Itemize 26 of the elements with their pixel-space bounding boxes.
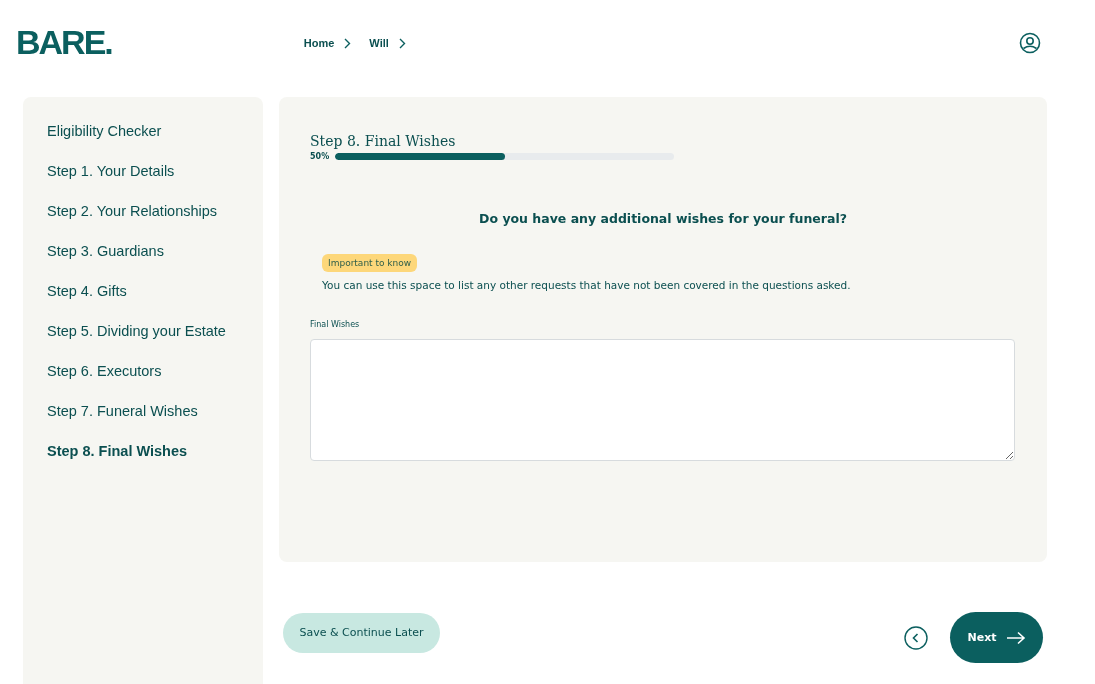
- sidebar-item[interactable]: Eligibility Checker: [47, 123, 263, 163]
- sidebar-item[interactable]: Step 3. Guardians: [47, 243, 263, 283]
- field-label: Final Wishes: [310, 320, 361, 329]
- sidebar-item[interactable]: Step 5. Dividing your Estate: [47, 323, 263, 363]
- sidebar-item[interactable]: Step 6. Executors: [47, 363, 263, 403]
- back-button[interactable]: [904, 625, 928, 650]
- sidebar-item[interactable]: Step 8. Final Wishes: [47, 443, 263, 483]
- next-button[interactable]: Next: [950, 612, 1043, 663]
- info-text: You can use this space to list any other requests that have not been covered in the questions asked.: [322, 279, 852, 291]
- info-badge: Important to know: [322, 254, 418, 272]
- sidebar-item[interactable]: Step 7. Funeral Wishes: [47, 403, 263, 443]
- logo[interactable]: BARE.: [16, 24, 114, 60]
- sidebar-item[interactable]: Step 2. Your Relationships: [47, 203, 263, 243]
- sidebar-item[interactable]: Step 4. Gifts: [47, 283, 263, 323]
- chevron-icon: [398, 37, 406, 49]
- chevron-icon: [344, 37, 352, 49]
- question-text: Do you have any additional wishes for your funeral?: [478, 211, 848, 226]
- arrow-icon: [1005, 630, 1026, 645]
- breadcrumb-link[interactable]: Will: [369, 37, 389, 49]
- progress-reading: 50%: [310, 152, 330, 161]
- final-wishes-field[interactable]: [310, 339, 1015, 461]
- user-icon[interactable]: [1019, 32, 1041, 54]
- step-title: Step 8. Final Wishes: [310, 133, 457, 149]
- save-button[interactable]: Save & Continue Later: [283, 612, 440, 653]
- breadcrumb-link[interactable]: Home: [303, 37, 335, 49]
- sidebar-item[interactable]: Step 1. Your Details: [47, 163, 263, 203]
